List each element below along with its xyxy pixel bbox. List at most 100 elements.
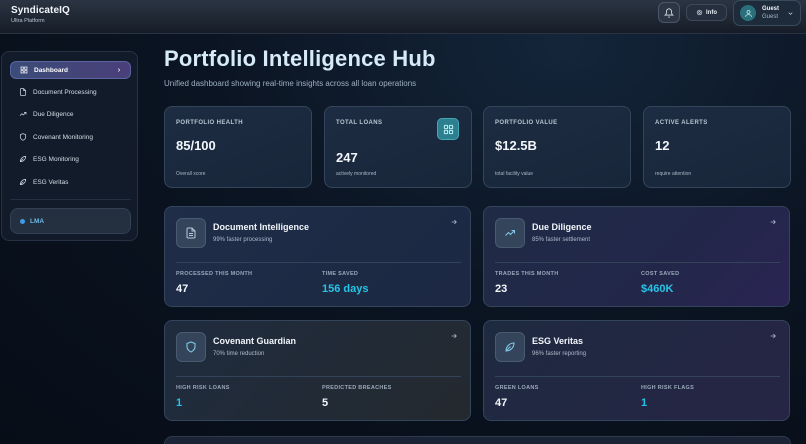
feature-card-document-intelligence[interactable]: Document Intelligence 99% faster process… bbox=[164, 206, 471, 307]
shield-icon bbox=[19, 133, 27, 141]
sidebar-item-label: Document Processing bbox=[33, 88, 97, 96]
brand-name: SyndicateIQ bbox=[11, 5, 70, 16]
shield-icon bbox=[186, 341, 196, 353]
metric-label: GREEN LOANS bbox=[495, 385, 539, 391]
stat-value: 247 bbox=[336, 150, 358, 165]
feature-icon bbox=[176, 218, 206, 248]
metric-value: 5 bbox=[322, 397, 329, 409]
document-icon bbox=[186, 227, 196, 239]
stat-note: Overall score bbox=[176, 171, 206, 177]
stat-value: 12 bbox=[655, 138, 670, 153]
stat-note: total facility value bbox=[495, 171, 534, 177]
feature-title: Due Diligence bbox=[532, 222, 592, 232]
stat-card-portfolio-value[interactable]: PORTFOLIO VALUE $12.5B total facility va… bbox=[483, 106, 631, 188]
sidebar-item-label: Due Diligence bbox=[33, 110, 74, 118]
metric-value: $460K bbox=[641, 283, 674, 295]
feature-card-esg-veritas[interactable]: ESG Veritas 96% faster reporting GREEN L… bbox=[483, 320, 790, 421]
feature-subtitle: 85% faster settlement bbox=[532, 237, 591, 243]
leaf-icon bbox=[505, 342, 515, 352]
metric-label: COST SAVED bbox=[641, 271, 680, 277]
stat-card-active-alerts[interactable]: ACTIVE ALERTS 12 require attention bbox=[643, 106, 791, 188]
chevron-right-icon bbox=[118, 68, 121, 72]
stat-note: require attention bbox=[655, 171, 692, 177]
sidebar: Dashboard Document Processing Due Dilige… bbox=[1, 51, 138, 241]
feature-title: ESG Veritas bbox=[532, 336, 584, 346]
page-title: Portfolio Intelligence Hub bbox=[164, 46, 436, 71]
feature-icon bbox=[495, 332, 525, 362]
stat-card-total-loans[interactable]: TOTAL LOANS 247 actively monitored bbox=[324, 106, 472, 188]
chevron-down-icon bbox=[788, 12, 793, 15]
metric-label: TIME SAVED bbox=[322, 271, 359, 277]
metric-value: 1 bbox=[641, 397, 648, 409]
leaf-icon bbox=[19, 155, 27, 163]
leaf-icon bbox=[19, 178, 27, 186]
stat-label: PORTFOLIO HEALTH bbox=[176, 120, 243, 126]
metric-label: PROCESSED THIS MONTH bbox=[176, 271, 253, 277]
feature-subtitle: 99% faster processing bbox=[213, 237, 273, 243]
trend-up-icon bbox=[19, 111, 27, 116]
status-dot bbox=[20, 218, 25, 224]
feature-icon bbox=[495, 218, 525, 248]
sidebar-divider bbox=[10, 199, 131, 200]
user-name: Guest bbox=[762, 6, 780, 12]
grid-icon bbox=[437, 118, 459, 140]
stat-value: $12.5B bbox=[495, 138, 537, 153]
stat-label: ACTIVE ALERTS bbox=[655, 120, 708, 126]
sidebar-item-covenant-monitoring[interactable]: Covenant Monitoring bbox=[10, 128, 131, 146]
feature-subtitle: 96% faster reporting bbox=[532, 351, 587, 357]
divider bbox=[495, 376, 780, 377]
sidebar-item-esg-monitoring[interactable]: ESG Monitoring bbox=[10, 150, 131, 168]
avatar bbox=[740, 5, 756, 21]
bottom-card bbox=[164, 436, 791, 444]
metric-label: TRADES THIS MONTH bbox=[495, 271, 559, 277]
metric-value: 156 days bbox=[322, 283, 369, 295]
feature-title: Covenant Guardian bbox=[213, 336, 297, 346]
divider bbox=[176, 262, 461, 263]
sidebar-item-dashboard[interactable]: Dashboard bbox=[10, 61, 131, 79]
user-menu-button[interactable]: Guest Guest bbox=[733, 0, 801, 26]
feature-title: Document Intelligence bbox=[213, 222, 310, 232]
stat-label: TOTAL LOANS bbox=[336, 120, 383, 126]
top-bar: SyndicateIQ Ultra Platform Info Guest Gu… bbox=[0, 0, 806, 34]
dashboard-grid-icon bbox=[20, 66, 28, 74]
stat-card-portfolio-health[interactable]: PORTFOLIO HEALTH 85/100 Overall score bbox=[164, 106, 312, 188]
arrow-right-icon[interactable] bbox=[450, 332, 458, 340]
metric-value: 47 bbox=[176, 283, 189, 295]
brand[interactable]: SyndicateIQ Ultra Platform bbox=[11, 5, 70, 24]
metric-label: PREDICTED BREACHES bbox=[322, 385, 392, 391]
sidebar-item-label: ESG Veritas bbox=[33, 178, 69, 186]
stat-value: 85/100 bbox=[176, 138, 216, 153]
metric-value: 1 bbox=[176, 397, 183, 409]
arrow-right-icon[interactable] bbox=[450, 218, 458, 226]
arrow-right-icon[interactable] bbox=[769, 218, 777, 226]
sidebar-item-label: ESG Monitoring bbox=[33, 155, 79, 163]
notifications-button[interactable] bbox=[658, 2, 680, 23]
arrow-right-icon[interactable] bbox=[769, 332, 777, 340]
metric-value: 47 bbox=[495, 397, 508, 409]
metric-value: 23 bbox=[495, 283, 508, 295]
sidebar-item-due-diligence[interactable]: Due Diligence bbox=[10, 105, 131, 123]
info-button[interactable]: Info bbox=[686, 4, 727, 21]
metric-label: HIGH RISK LOANS bbox=[176, 385, 230, 391]
lma-badge[interactable]: LMA bbox=[10, 208, 131, 234]
document-icon bbox=[19, 88, 27, 96]
info-label: Info bbox=[706, 9, 717, 16]
sidebar-item-label: Covenant Monitoring bbox=[33, 133, 93, 141]
brand-subtitle: Ultra Platform bbox=[11, 18, 45, 24]
gear-icon bbox=[696, 9, 703, 16]
user-icon bbox=[744, 9, 752, 17]
page-subtitle: Unified dashboard showing real-time insi… bbox=[164, 79, 417, 88]
sidebar-item-document-processing[interactable]: Document Processing bbox=[10, 83, 131, 101]
feature-subtitle: 70% time reduction bbox=[213, 351, 265, 357]
sidebar-item-esg-veritas[interactable]: ESG Veritas bbox=[10, 173, 131, 191]
sidebar-item-label: Dashboard bbox=[34, 66, 68, 74]
bell-icon bbox=[664, 7, 674, 18]
user-role: Guest bbox=[762, 14, 779, 20]
divider bbox=[495, 262, 780, 263]
lma-label: LMA bbox=[30, 217, 45, 225]
stat-label: PORTFOLIO VALUE bbox=[495, 120, 558, 126]
stat-note: actively monitored bbox=[336, 171, 377, 177]
feature-card-covenant-guardian[interactable]: Covenant Guardian 70% time reduction HIG… bbox=[164, 320, 471, 421]
feature-icon bbox=[176, 332, 206, 362]
feature-card-due-diligence[interactable]: Due Diligence 85% faster settlement TRAD… bbox=[483, 206, 790, 307]
